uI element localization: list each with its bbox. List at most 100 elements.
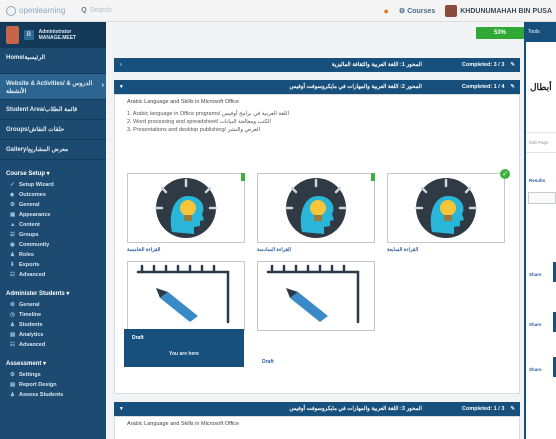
flag-icon: [241, 173, 245, 181]
card-label[interactable]: القراءة السابعة: [387, 247, 418, 253]
content-icon: ▲: [10, 222, 16, 228]
sidebar-sub-label: Setup Wizard: [19, 182, 54, 188]
draft-label[interactable]: Draft: [262, 359, 274, 365]
flag-icon: [371, 173, 375, 181]
pencil-icon[interactable]: ✎: [510, 62, 515, 68]
notification-icon[interactable]: ●: [383, 6, 388, 16]
courses-button[interactable]: ⚙ Courses: [399, 7, 435, 16]
lesson-card[interactable]: [127, 173, 245, 243]
sidebar-sub-label: Roles: [19, 252, 34, 258]
chevron-right-icon: ›: [120, 62, 122, 68]
edit-page-link[interactable]: Edit Page: [529, 140, 549, 145]
pencil-icon[interactable]: ✎: [510, 406, 515, 412]
selected-card-footer[interactable]: Draft You are here: [124, 329, 244, 367]
sidebar-item-analytics[interactable]: ▤ Analytics: [0, 330, 106, 340]
sidebar-item-content[interactable]: ▲ Content: [0, 220, 106, 230]
lesson-objective: 1. Arabic language in Office programs/ ا…: [127, 111, 290, 117]
sidebar-item-general[interactable]: ⚙ General: [0, 300, 106, 310]
lesson-title: المحور 1: اللغة العربية والثقافة الماليز…: [331, 62, 422, 68]
sidebar-section-assessment[interactable]: Assessment ▾: [0, 350, 106, 370]
lesson-objective: 3. Presentations and desktop publishing/…: [127, 127, 261, 133]
globe-icon: [6, 5, 16, 16]
lesson-header-3[interactable]: ▾ المحور 3: اللغة العربية والمهارات في م…: [114, 402, 520, 416]
share-link[interactable]: Share: [529, 367, 542, 372]
lightbulb-head-icon: [414, 178, 478, 238]
advanced-icon: ☷: [10, 272, 15, 278]
results-select[interactable]: [528, 192, 556, 204]
share-link[interactable]: Share: [529, 272, 542, 277]
sidebar-user-label: Administrator MANAGE.MEET: [38, 29, 77, 41]
sidebar-item-advanced[interactable]: ☷ Advanced: [0, 340, 106, 350]
chevron-down-icon: ▾: [120, 406, 123, 412]
course-badge[interactable]: B: [24, 30, 34, 40]
general-icon: ⚙: [10, 302, 15, 308]
sidebar-item-website[interactable]: Website & Activities/ الدروس & الأنشطة ›: [0, 74, 106, 100]
right-panel-tab[interactable]: Tools: [526, 22, 556, 42]
sidebar-item-students[interactable]: Student Area/قائمة الطلاب: [0, 100, 106, 120]
card-label[interactable]: القراءة الخامسة: [127, 247, 160, 253]
groups-icon: ☰: [10, 232, 15, 238]
sidebar-item-gallery[interactable]: Gallery/معرض المشاريع: [0, 140, 106, 160]
sidebar-item-community[interactable]: ◉ Community: [0, 240, 106, 250]
lightbulb-head-icon: [284, 178, 348, 238]
user-name: KHDUNUMAHAH BIN PUSA: [460, 7, 552, 15]
timeline-icon: ◷: [10, 312, 15, 318]
sidebar-item-groups[interactable]: ☰ Groups: [0, 230, 106, 240]
sidebar-item-setup-wizard[interactable]: ✓ Setup Wizard: [0, 180, 106, 190]
lesson-card[interactable]: [387, 173, 505, 243]
sidebar-header: B Administrator MANAGE.MEET: [0, 22, 106, 48]
sidebar-section-course-setup[interactable]: Course Setup ▾: [0, 160, 106, 180]
report-design-icon: ▤: [10, 382, 16, 388]
sidebar-sub-label: General: [19, 302, 40, 308]
lesson-card[interactable]: [257, 173, 375, 243]
lesson-header-1[interactable]: › المحور 1: اللغة العربية والثقافة المال…: [114, 58, 520, 72]
settings-icon: ⚙: [10, 372, 15, 378]
community-icon: ◉: [10, 242, 15, 248]
openlearning-logo[interactable]: openlearning: [6, 5, 66, 16]
sidebar-item-assess-students[interactable]: ♟ Assess Students: [0, 390, 106, 400]
sidebar-sub-label: Community: [19, 242, 50, 248]
sidebar-item-appearance[interactable]: ▣ Appearance: [0, 210, 106, 220]
sidebar-sub-label: Advanced: [19, 342, 46, 348]
progress-label: 53%: [493, 30, 506, 36]
draft-card-selected[interactable]: [127, 261, 245, 331]
sidebar-sub-label: Timeline: [19, 312, 42, 318]
sidebar-item-students[interactable]: ♟ Students: [0, 320, 106, 330]
completed-check-icon: ✓: [500, 169, 510, 179]
search-box[interactable]: Q Search: [81, 7, 112, 14]
sidebar-sub-label: Settings: [19, 372, 41, 378]
sidebar-item-exports[interactable]: ⬇ Exports: [0, 260, 106, 270]
draft-card[interactable]: [257, 261, 375, 331]
sidebar-item-timeline[interactable]: ◷ Timeline: [0, 310, 106, 320]
logo-text: openlearning: [19, 6, 66, 15]
card-label[interactable]: القراءة السادسة: [257, 247, 291, 253]
lesson-intro: Arabic Language and Skills in Microsoft …: [127, 99, 240, 105]
search-icon: Q: [81, 7, 87, 14]
sidebar-item-general[interactable]: ⚙ General: [0, 200, 106, 210]
lightbulb-head-icon: [154, 178, 218, 238]
lesson-title: المحور 3: اللغة العربية والمهارات في ماي…: [289, 406, 422, 412]
sidebar-item-outcomes[interactable]: ◆ Outcomes: [0, 190, 106, 200]
sidebar-sub-label: Students: [19, 322, 43, 328]
sidebar-item-groups[interactable]: Groups/حلقات النقاش: [0, 120, 106, 140]
chevron-down-icon: ▾: [120, 84, 123, 90]
lesson-status: Completed: 3 / 3: [461, 62, 505, 68]
sidebar-item-settings[interactable]: ⚙ Settings: [0, 370, 106, 380]
sidebar-section-admin-students[interactable]: Administer Students ▾: [0, 280, 106, 300]
you-are-here-label: You are here: [169, 351, 199, 357]
pencil-icon[interactable]: ✎: [510, 84, 515, 90]
advanced-icon: ☷: [10, 342, 15, 348]
search-input[interactable]: Search: [90, 7, 112, 14]
sidebar-sub-label: General: [19, 202, 40, 208]
sidebar-item-report-design[interactable]: ▤ Report Design: [0, 380, 106, 390]
sidebar-item-roles[interactable]: ♟ Roles: [0, 250, 106, 260]
lesson-header-2[interactable]: ▾ المحور 2: اللغة العربية والمهارات في م…: [114, 80, 520, 94]
avatar[interactable]: [6, 26, 20, 44]
sidebar-sub-label: Appearance: [19, 212, 51, 218]
sidebar-item-advanced[interactable]: ☷ Advanced: [0, 270, 106, 280]
progress-bar: 53%: [476, 27, 524, 39]
share-link[interactable]: Share: [529, 322, 542, 327]
sidebar-item-home[interactable]: Home/الرئيسية: [0, 48, 106, 74]
lesson-intro: Arabic Language and Skills in Microsoft …: [127, 421, 240, 427]
user-menu[interactable]: KHDUNUMAHAH BIN PUSA: [445, 5, 556, 17]
